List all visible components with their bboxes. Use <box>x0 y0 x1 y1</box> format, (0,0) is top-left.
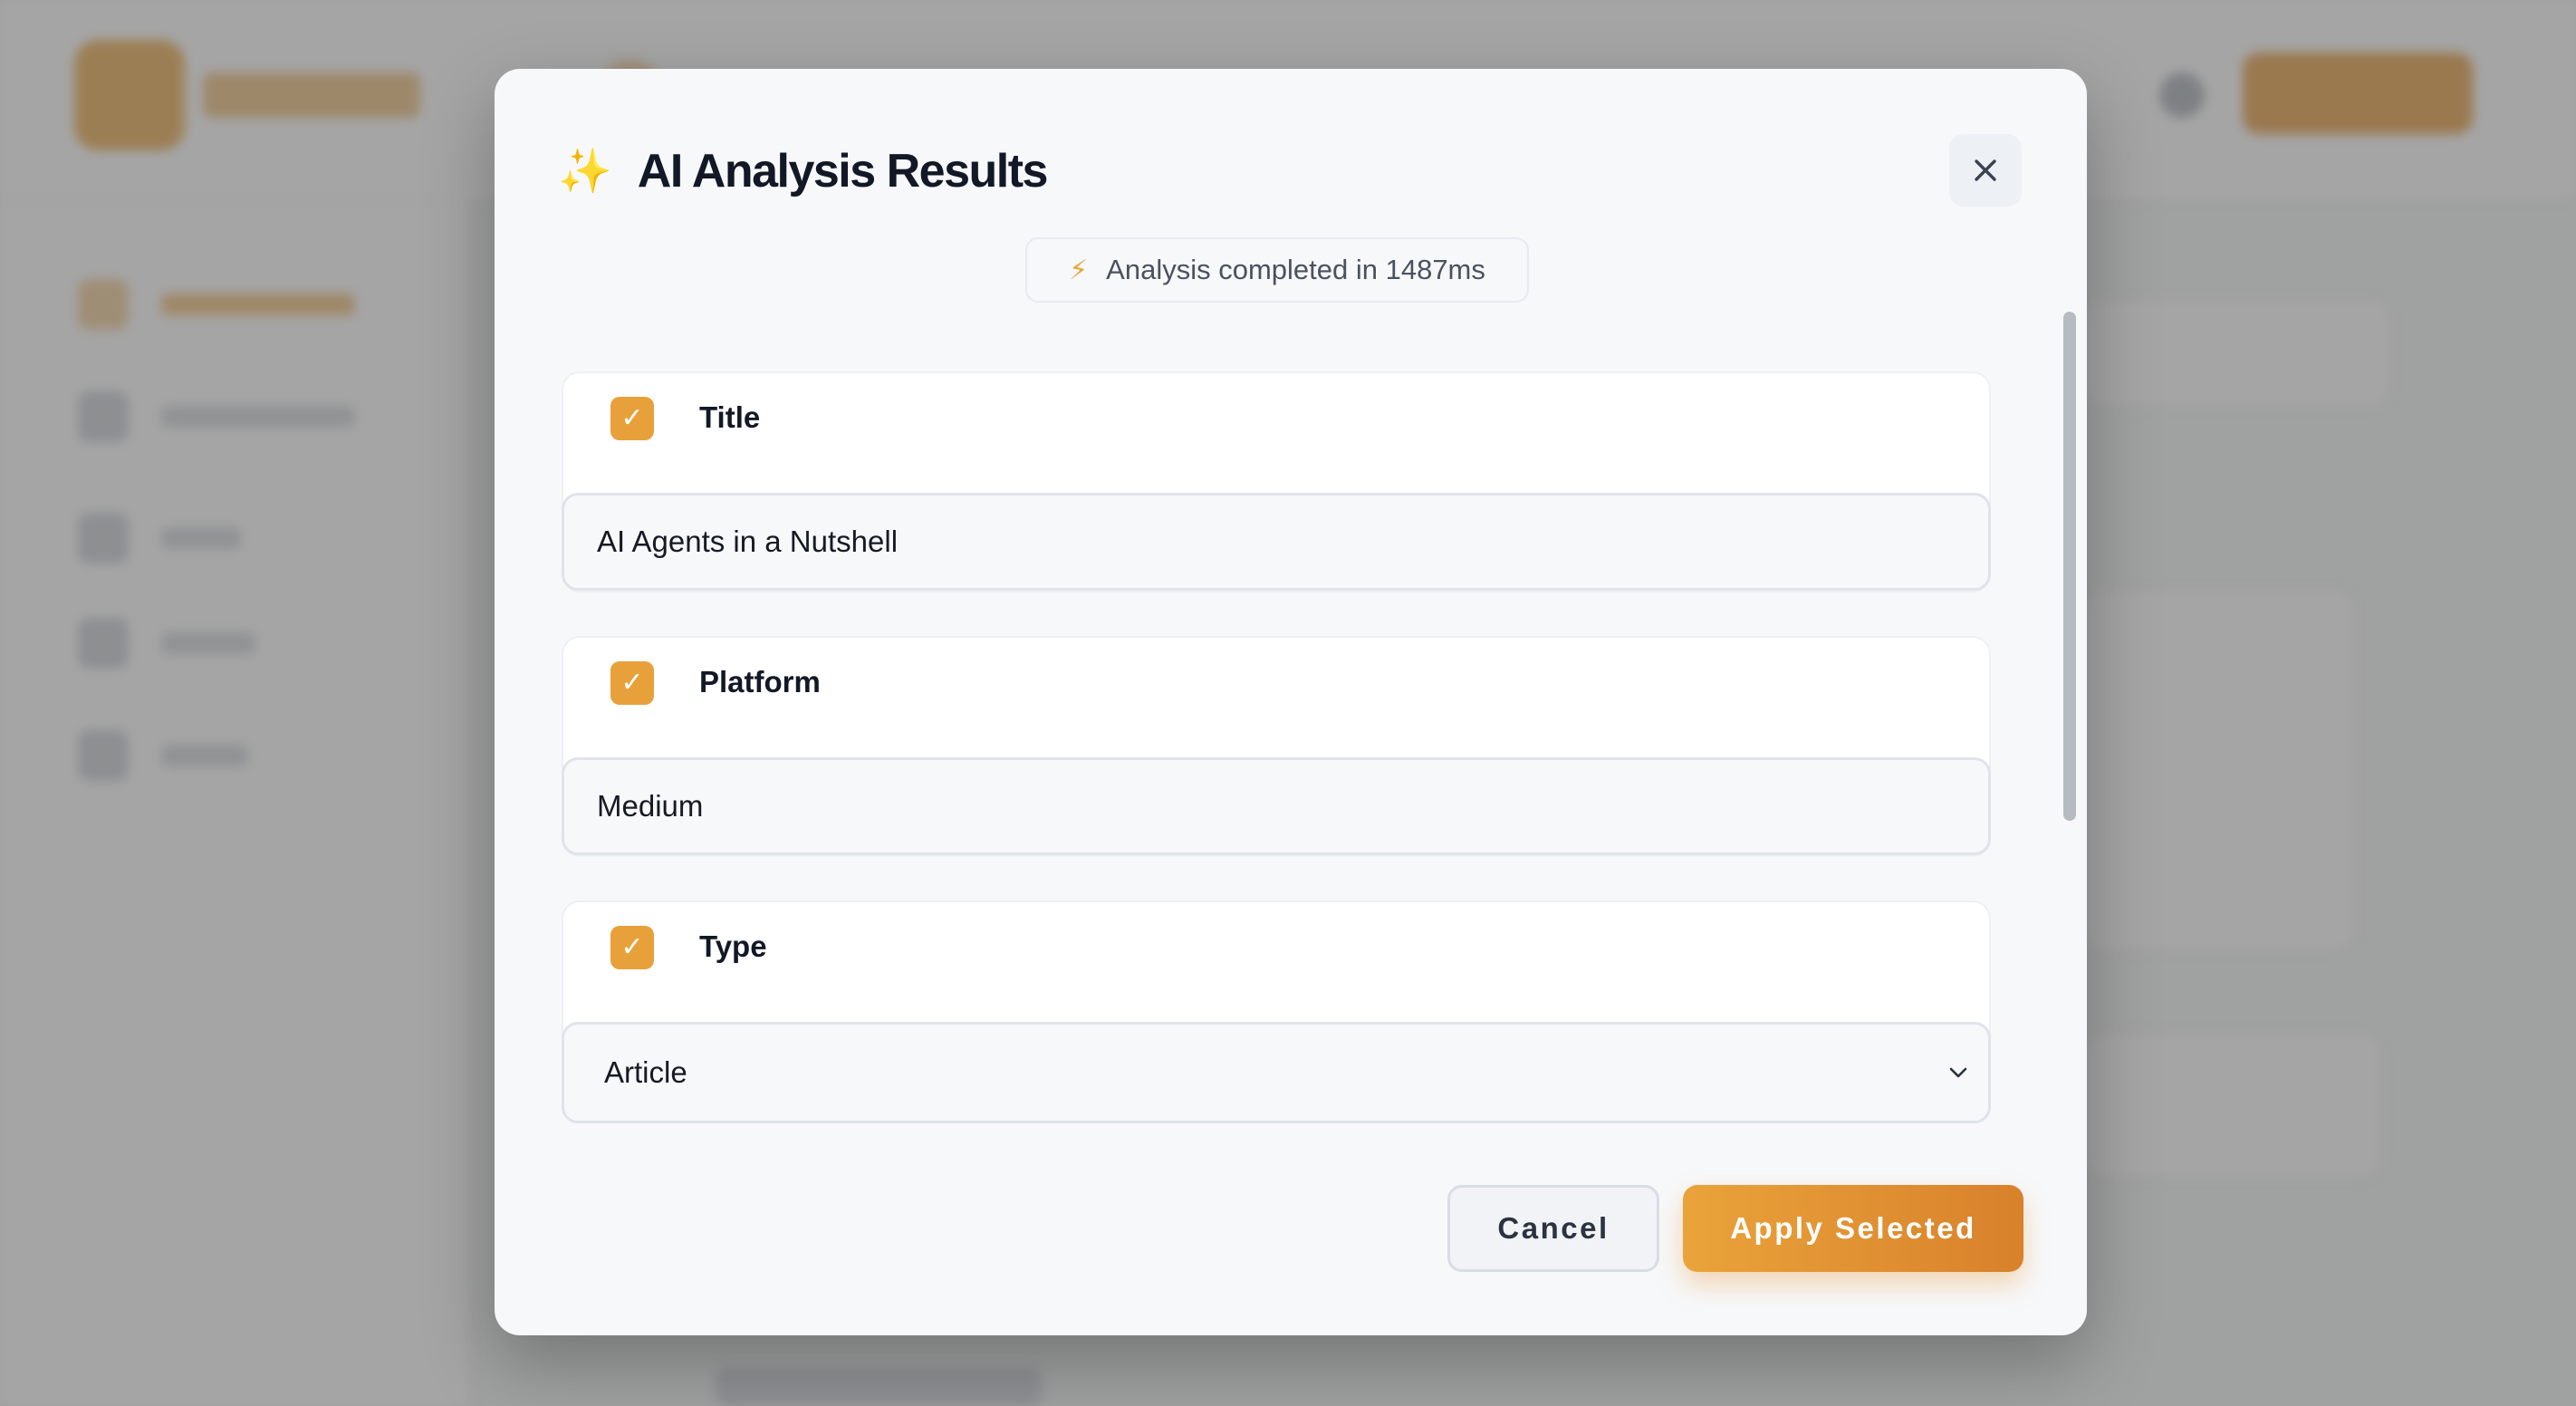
close-icon <box>1975 159 1996 181</box>
field-label: Type <box>699 929 767 963</box>
title-checkbox[interactable]: ✓ <box>610 397 654 440</box>
field-header: ✓ Title <box>563 373 1989 495</box>
sparkle-icon: ✨ <box>558 146 612 197</box>
type-select-value: Article <box>604 1055 687 1089</box>
checkmark-icon: ✓ <box>620 667 644 698</box>
field-header: ✓ Platform <box>563 638 1989 759</box>
type-checkbox[interactable]: ✓ <box>610 926 654 969</box>
checkmark-icon: ✓ <box>620 402 644 434</box>
scrollbar-thumb[interactable] <box>2063 312 2076 821</box>
field-card-platform: ✓ Platform Medium <box>562 636 1991 857</box>
status-badge: ⚡ Analysis completed in 1487ms <box>1025 237 1529 303</box>
field-label: Platform <box>699 665 821 698</box>
field-label: Title <box>699 400 761 434</box>
close-button[interactable] <box>1949 134 2022 207</box>
apply-selected-button[interactable]: Apply Selected <box>1683 1185 2023 1272</box>
field-header: ✓ Type <box>563 902 1989 1024</box>
type-select[interactable]: Article <box>562 1022 1991 1123</box>
field-card-type: ✓ Type Article <box>562 900 1991 1123</box>
checkmark-icon: ✓ <box>620 931 644 963</box>
field-card-title: ✓ Title AI Agents in a Nutshell <box>562 371 1991 592</box>
ai-analysis-modal: ✨ AI Analysis Results ⚡ Analysis complet… <box>495 69 2087 1335</box>
title-input[interactable]: AI Agents in a Nutshell <box>562 493 1991 591</box>
modal-header: ✨ AI Analysis Results <box>558 140 1049 203</box>
platform-input[interactable]: Medium <box>562 757 1991 855</box>
chevron-down-icon <box>1949 1067 1967 1078</box>
cancel-button[interactable]: Cancel <box>1447 1185 1659 1272</box>
bolt-icon: ⚡ <box>1069 254 1089 286</box>
status-text: Analysis completed in 1487ms <box>1106 254 1485 285</box>
platform-checkbox[interactable]: ✓ <box>610 661 654 705</box>
modal-title: AI Analysis Results <box>637 145 1049 197</box>
